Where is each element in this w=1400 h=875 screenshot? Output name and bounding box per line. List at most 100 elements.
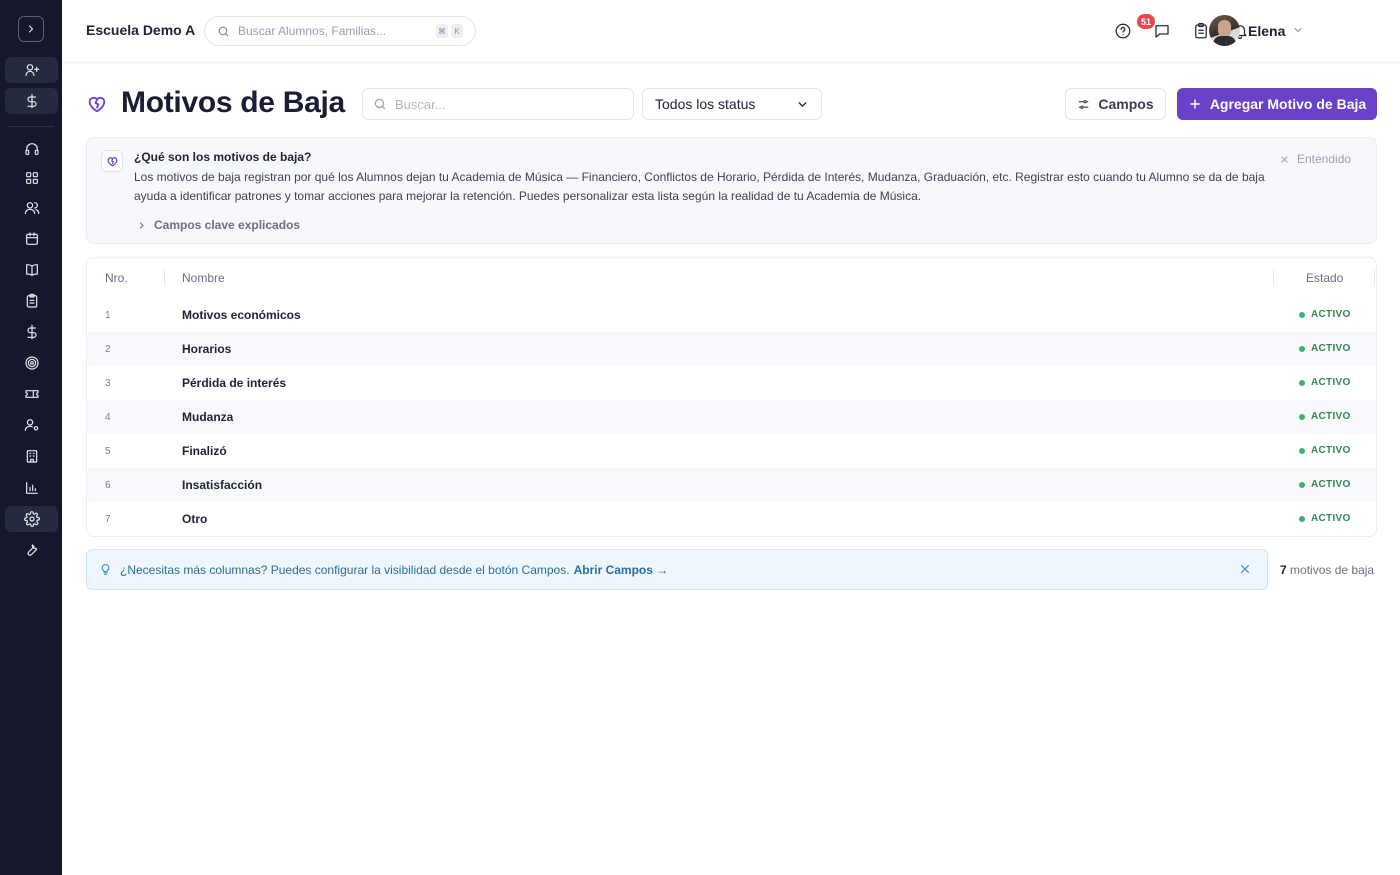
status-dot bbox=[1299, 345, 1305, 352]
sidebar-item-payments[interactable] bbox=[5, 88, 58, 114]
status-badge: ACTIVO bbox=[1299, 309, 1351, 320]
column-divider[interactable] bbox=[1374, 270, 1375, 286]
avatar-face bbox=[1218, 20, 1231, 37]
header-status[interactable]: Estado bbox=[1306, 271, 1343, 285]
status-dot bbox=[1299, 447, 1305, 454]
help-button[interactable] bbox=[1113, 21, 1133, 41]
sidebar-item-students[interactable] bbox=[5, 195, 58, 221]
plus-icon bbox=[1190, 99, 1200, 109]
sidebar-item-support[interactable] bbox=[5, 136, 58, 162]
user-name[interactable]: Elena bbox=[1248, 23, 1285, 39]
row-name: Otro bbox=[182, 512, 208, 526]
chevron-down-icon bbox=[798, 101, 807, 107]
sidebar-item-tickets[interactable] bbox=[5, 381, 58, 407]
dollar-icon bbox=[26, 93, 37, 109]
key-fields-toggle[interactable]: Campos clave explicados bbox=[137, 218, 300, 232]
target-icon bbox=[24, 356, 39, 370]
status-dot bbox=[1299, 413, 1305, 420]
open-campos-link[interactable]: Abrir Campos → bbox=[574, 563, 669, 577]
bar-chart-icon bbox=[25, 482, 38, 494]
status-label: ACTIVO bbox=[1311, 479, 1351, 490]
global-search-input[interactable]: Buscar Alumnos, Familias... ⌘ K bbox=[204, 16, 476, 46]
sidebar-item-organization[interactable] bbox=[5, 443, 58, 469]
status-badge: ACTIVO bbox=[1299, 513, 1351, 524]
help-circle-icon bbox=[1115, 23, 1131, 39]
status-filter-select[interactable]: Todos los status bbox=[642, 88, 822, 120]
search-icon bbox=[218, 26, 229, 36]
heart-crack-icon bbox=[88, 96, 106, 113]
row-num: 7 bbox=[105, 514, 111, 525]
sidebar-item-calendar[interactable] bbox=[5, 226, 58, 252]
avatar-shirt bbox=[1213, 36, 1236, 46]
status-label: ACTIVO bbox=[1311, 377, 1351, 388]
key-fields-label: Campos clave explicados bbox=[154, 218, 301, 232]
status-label: ACTIVO bbox=[1311, 513, 1351, 524]
header-name[interactable]: Nombre bbox=[182, 271, 225, 285]
sidebar-divider bbox=[8, 126, 54, 127]
clipboard-icon bbox=[26, 293, 37, 308]
table-row[interactable]: 1 Motivos económicos ACTIVO bbox=[87, 298, 1376, 332]
row-num: 4 bbox=[105, 412, 111, 423]
sidebar-item-tools[interactable] bbox=[5, 537, 58, 563]
table-row[interactable]: 7 Otro ACTIVO bbox=[87, 502, 1376, 536]
search-input[interactable]: Buscar... bbox=[362, 88, 634, 120]
status-badge: ACTIVO bbox=[1299, 479, 1351, 490]
sidebar-item-dashboard[interactable] bbox=[5, 165, 58, 191]
expand-sidebar-button[interactable] bbox=[18, 16, 44, 42]
sidebar-item-courses[interactable] bbox=[5, 257, 58, 283]
status-filter-value: Todos los status bbox=[655, 96, 756, 112]
info-heart-badge bbox=[101, 150, 123, 172]
table-row[interactable]: 3 Pérdida de interés ACTIVO bbox=[87, 366, 1376, 400]
info-panel: ¿Qué son los motivos de baja? Los motivo… bbox=[86, 137, 1377, 244]
messages-button[interactable] bbox=[1152, 21, 1172, 41]
reasons-count: 7 motivos de baja bbox=[1280, 563, 1374, 577]
status-dot bbox=[1299, 481, 1305, 488]
column-divider[interactable] bbox=[164, 270, 165, 286]
table-row[interactable]: 4 Mudanza ACTIVO bbox=[87, 400, 1376, 434]
close-icon bbox=[1281, 155, 1288, 163]
sidebar-item-billing[interactable] bbox=[5, 319, 58, 345]
row-name: Pérdida de interés bbox=[182, 376, 287, 390]
count-number: 7 bbox=[1280, 563, 1287, 577]
table-row[interactable]: 2 Horarios ACTIVO bbox=[87, 332, 1376, 366]
calendar-icon bbox=[25, 232, 38, 245]
search-placeholder: Buscar... bbox=[395, 96, 446, 112]
add-reason-button[interactable]: Agregar Motivo de Baja bbox=[1177, 88, 1377, 120]
row-num: 1 bbox=[105, 310, 111, 321]
status-badge: ACTIVO bbox=[1299, 343, 1351, 354]
status-badge: ACTIVO bbox=[1299, 377, 1351, 388]
sidebar-item-reports[interactable] bbox=[5, 475, 58, 501]
chevron-down-icon[interactable] bbox=[1292, 24, 1304, 36]
table-row[interactable]: 6 Insatisfacción ACTIVO bbox=[87, 468, 1376, 502]
school-name[interactable]: Escuela Demo A bbox=[86, 22, 195, 38]
info-title: ¿Qué son los motivos de baja? bbox=[134, 150, 312, 164]
row-num: 6 bbox=[105, 480, 111, 491]
sidebar-item-attendance[interactable] bbox=[5, 288, 58, 314]
settings-icon bbox=[23, 511, 40, 527]
avatar[interactable] bbox=[1209, 15, 1240, 46]
close-icon[interactable] bbox=[1239, 563, 1251, 575]
status-dot bbox=[1299, 311, 1305, 318]
sidebar-item-settings[interactable] bbox=[5, 506, 58, 532]
dashboard-icon bbox=[25, 172, 38, 184]
header-num[interactable]: Nro. bbox=[105, 271, 128, 285]
sidebar-item-goals[interactable] bbox=[5, 350, 58, 376]
row-name: Motivos económicos bbox=[182, 308, 301, 322]
table-header: Nro. Nombre Estado bbox=[87, 258, 1376, 298]
status-label: ACTIVO bbox=[1311, 445, 1351, 456]
columns-tip-banner: ¿Necesitas más columnas? Puedes configur… bbox=[86, 549, 1268, 590]
sidebar-item-user-settings[interactable] bbox=[5, 412, 58, 438]
column-divider[interactable] bbox=[1273, 270, 1274, 286]
tasks-button[interactable] bbox=[1191, 21, 1211, 41]
sidebar-item-add-student[interactable] bbox=[5, 57, 58, 83]
book-icon bbox=[25, 264, 38, 276]
campos-button[interactable]: Campos bbox=[1065, 88, 1166, 120]
user-settings-icon bbox=[24, 419, 38, 431]
row-name: Horarios bbox=[182, 342, 232, 356]
shortcut-mod-key: ⌘ bbox=[436, 24, 448, 38]
count-label: motivos de baja bbox=[1290, 563, 1375, 577]
info-dismiss-label: Entendido bbox=[1297, 152, 1352, 166]
table-row[interactable]: 5 Finalizó ACTIVO bbox=[87, 434, 1376, 468]
info-dismiss-button[interactable]: Entendido bbox=[1280, 152, 1351, 166]
status-label: ACTIVO bbox=[1311, 309, 1351, 320]
